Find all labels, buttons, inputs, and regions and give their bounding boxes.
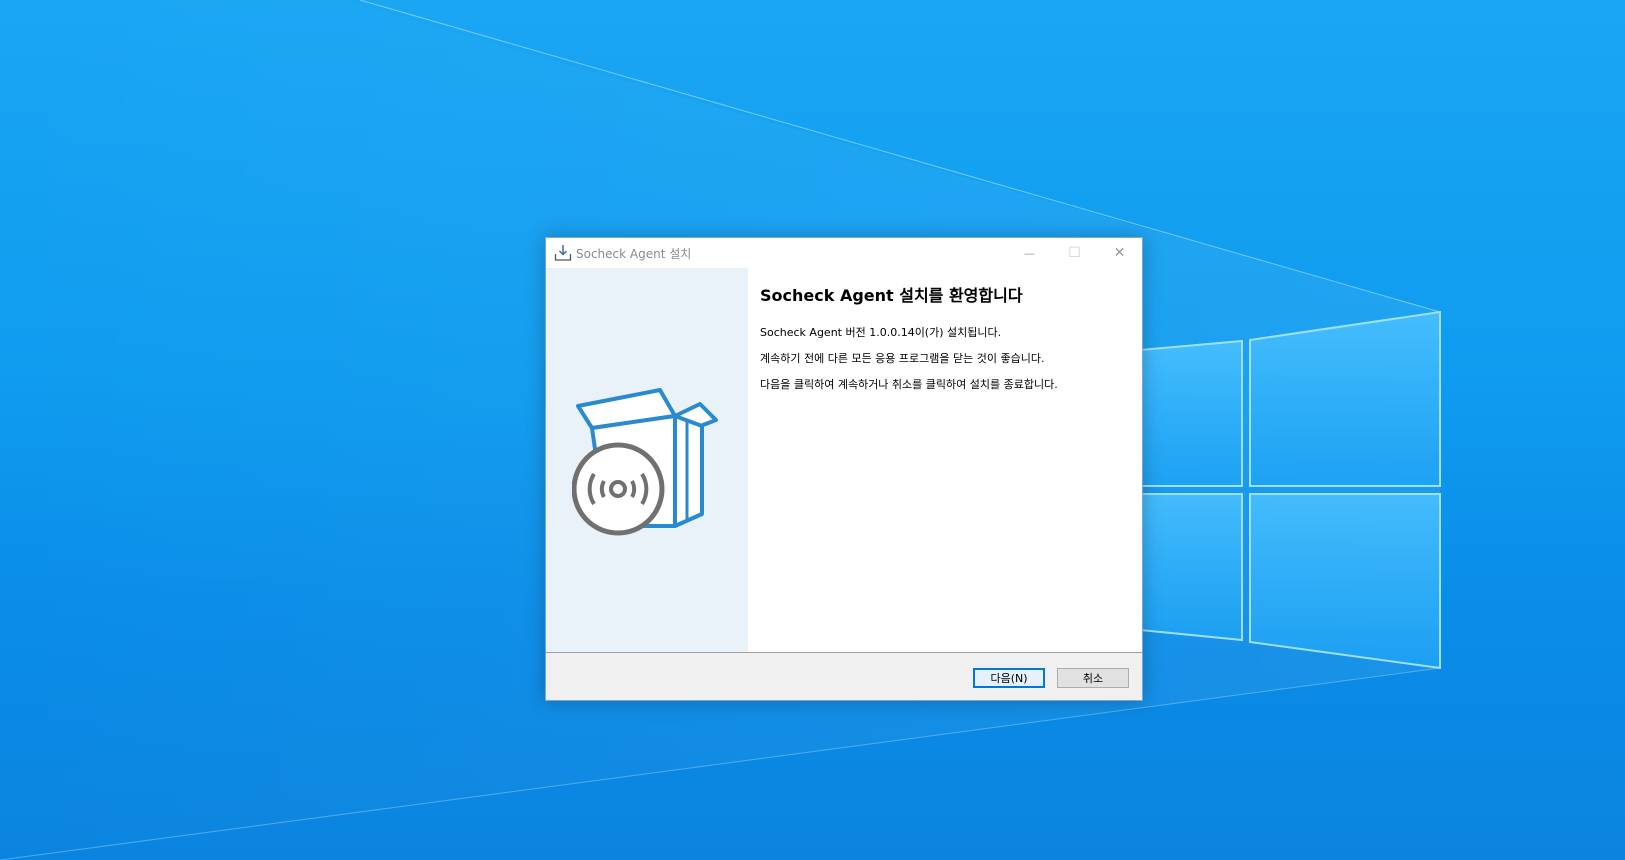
maximize-icon: ☐	[1068, 245, 1081, 261]
close-button[interactable]: ✕	[1097, 238, 1142, 268]
installer-icon	[554, 245, 572, 261]
version-text: Socheck Agent 버전 1.0.0.14이(가) 설치됩니다.	[760, 326, 1002, 339]
button-bar: 다음(N) 취소	[546, 653, 1142, 700]
next-button[interactable]: 다음(N)	[973, 668, 1045, 688]
close-icon: ✕	[1113, 245, 1126, 261]
close-apps-text: 계속하기 전에 다른 모든 응용 프로그램을 닫는 것이 좋습니다.	[760, 352, 1045, 365]
window-title: Socheck Agent 설치	[576, 247, 692, 261]
cancel-button[interactable]: 취소	[1057, 668, 1129, 688]
title-bar[interactable]: Socheck Agent 설치 — ☐ ✕	[546, 238, 1142, 268]
desktop: Socheck Agent 설치 — ☐ ✕ Socheck Agent 설치를…	[0, 0, 1625, 860]
minimize-button[interactable]: —	[1007, 238, 1052, 268]
box-with-disc-icon	[572, 388, 718, 536]
welcome-content: Socheck Agent 설치를 환영합니다 Socheck Agent 버전…	[748, 268, 1142, 652]
maximize-button: ☐	[1052, 238, 1097, 268]
instruction-text: 다음을 클릭하여 계속하거나 취소를 클릭하여 설치를 종료합니다.	[760, 378, 1058, 391]
page-title: Socheck Agent 설치를 환영합니다	[760, 286, 1023, 305]
installer-dialog: Socheck Agent 설치 — ☐ ✕ Socheck Agent 설치를…	[545, 237, 1143, 701]
minimize-icon: —	[1024, 246, 1035, 260]
side-banner	[546, 268, 748, 652]
